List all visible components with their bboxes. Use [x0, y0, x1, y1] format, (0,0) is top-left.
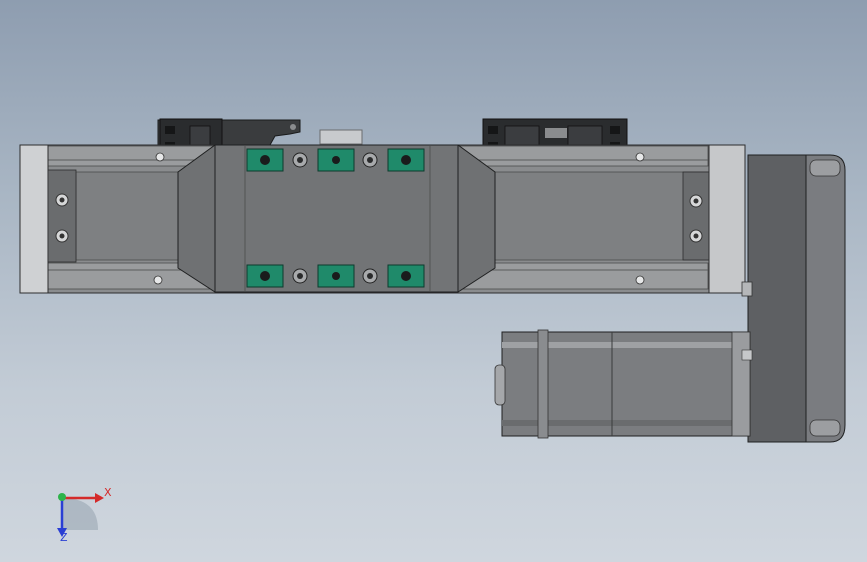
coordinate-triad: X Z	[57, 486, 112, 544]
cad-viewport[interactable]: X Z	[0, 0, 867, 562]
z-axis-label: Z	[60, 531, 68, 544]
linear-actuator-drawing[interactable]: X Z	[0, 0, 867, 562]
motor-flange-housing	[741, 154, 846, 443]
x-axis-label: X	[104, 486, 112, 499]
cable-clip	[319, 129, 363, 145]
servo-motor	[494, 329, 753, 439]
slider-blocks-top	[246, 148, 425, 172]
slider-blocks-bottom	[246, 264, 425, 288]
